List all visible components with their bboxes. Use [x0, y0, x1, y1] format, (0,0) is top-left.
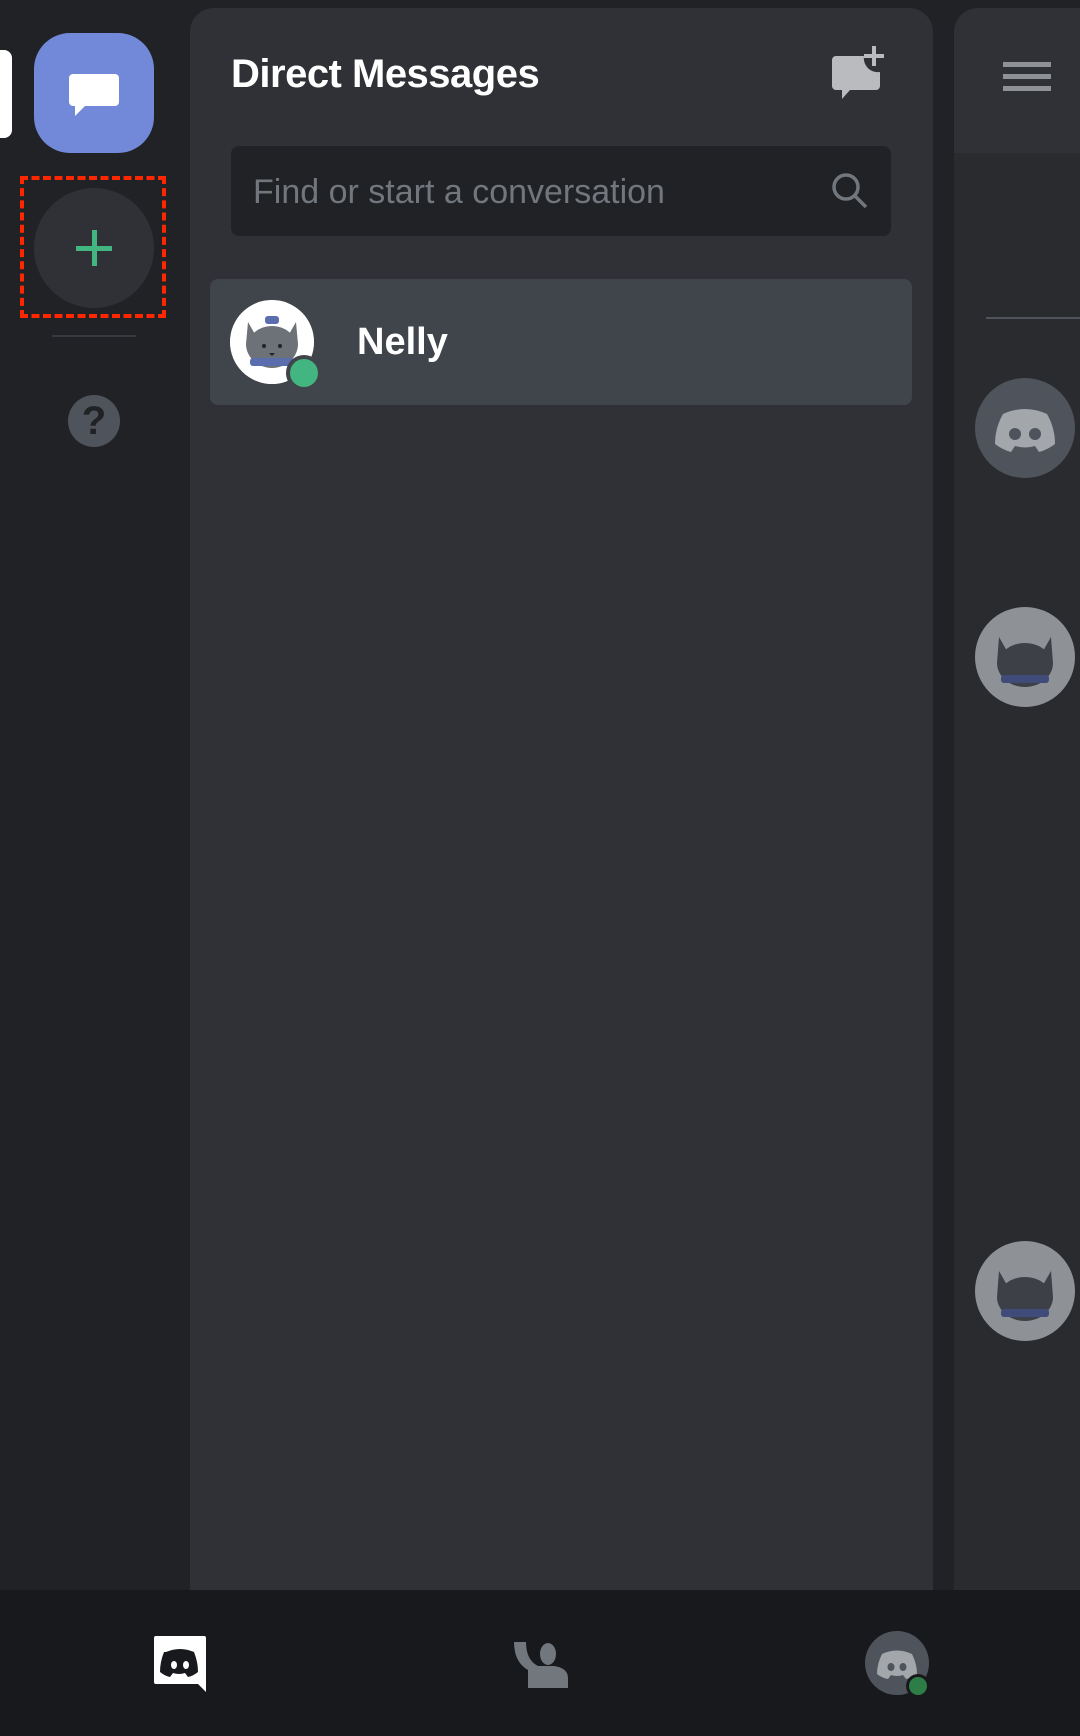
- dm-name: Nelly: [357, 321, 448, 363]
- dm-list-item[interactable]: Nelly: [210, 279, 912, 405]
- online-status-indicator: [909, 1677, 927, 1695]
- new-dm-icon: [832, 46, 884, 99]
- right-panel: [954, 8, 1080, 1608]
- user-avatar-icon: [865, 1631, 930, 1698]
- home-dm-button[interactable]: [34, 33, 154, 153]
- search-icon[interactable]: [829, 170, 869, 210]
- bottom-nav: [0, 1590, 1080, 1736]
- search-box[interactable]: [231, 146, 891, 238]
- new-dm-button[interactable]: [828, 46, 888, 106]
- discord-home-icon: [154, 1636, 206, 1692]
- member-avatar[interactable]: [975, 1241, 1075, 1341]
- member-avatar[interactable]: [975, 378, 1075, 478]
- help-button[interactable]: ?: [68, 395, 120, 447]
- plus-icon: [76, 230, 112, 266]
- cat-avatar-icon: [997, 637, 1053, 687]
- friends-wave-icon: [514, 1642, 568, 1688]
- cat-avatar-icon: [997, 1271, 1053, 1321]
- discord-logo-icon: [995, 409, 1055, 452]
- dm-panel: [190, 8, 933, 1608]
- nav-friends[interactable]: [505, 1630, 575, 1700]
- online-status-indicator: [286, 355, 322, 391]
- member-avatar[interactable]: [975, 607, 1075, 707]
- question-mark-icon: ?: [81, 398, 107, 443]
- hamburger-icon[interactable]: [1003, 62, 1051, 98]
- page-title: Direct Messages: [231, 52, 540, 96]
- nav-home[interactable]: [145, 1630, 215, 1700]
- selected-indicator: [0, 50, 12, 138]
- right-divider: [986, 317, 1080, 319]
- nav-profile[interactable]: [864, 1630, 934, 1700]
- rail-divider: [52, 335, 136, 337]
- add-server-button[interactable]: [34, 188, 154, 308]
- chat-bubble-icon: [69, 74, 119, 116]
- search-input[interactable]: [251, 146, 815, 238]
